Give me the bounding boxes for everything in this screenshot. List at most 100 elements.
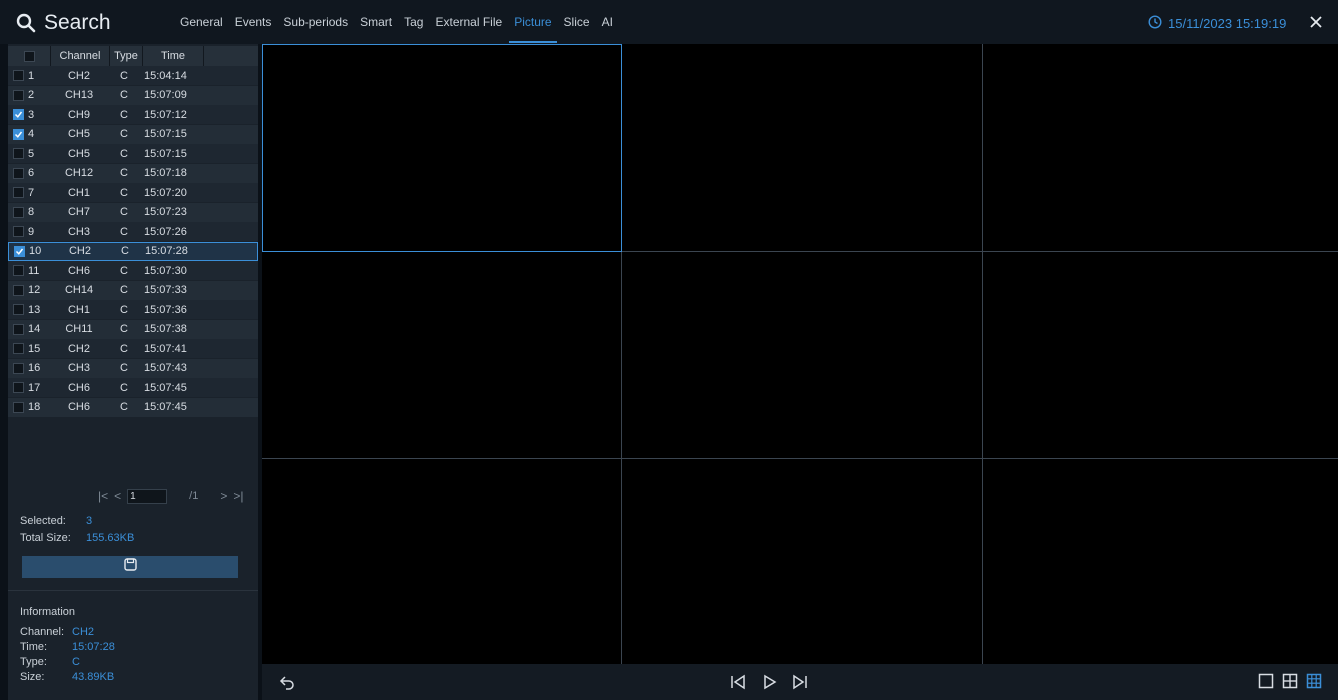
next-icon[interactable]	[792, 673, 808, 696]
preview-cell-3[interactable]	[983, 44, 1338, 252]
tab-general[interactable]: General	[180, 10, 223, 35]
preview-cell-9[interactable]	[983, 459, 1338, 664]
table-row[interactable]: 5 CH5 C 15:07:15	[8, 144, 258, 163]
tab-events[interactable]: Events	[235, 10, 272, 35]
row-checkbox[interactable]	[13, 206, 24, 218]
tab-slice[interactable]: Slice	[564, 10, 590, 35]
info-type-value: C	[72, 655, 80, 668]
column-header-type[interactable]: Type	[110, 46, 143, 66]
table-row[interactable]: 12 CH14 C 15:07:33	[8, 280, 258, 300]
previous-page-icon[interactable]: <	[114, 489, 121, 503]
row-checkbox[interactable]	[13, 323, 24, 335]
selection-summary: Selected: 3 Total Size: 155.63KB	[20, 512, 134, 546]
table-row[interactable]: 17 CH6 C 15:07:45	[8, 378, 258, 397]
table-row[interactable]: 18 CH6 C 15:07:45	[8, 397, 258, 417]
row-channel: CH1	[67, 186, 90, 199]
preview-cell-4[interactable]	[262, 252, 622, 459]
row-checkbox[interactable]	[13, 304, 24, 315]
row-checkbox[interactable]	[13, 265, 24, 276]
row-type: C	[120, 206, 128, 218]
row-channel: CH5	[67, 128, 90, 140]
total-size-label: Total Size:	[20, 531, 71, 544]
row-select-cell: 3	[8, 109, 50, 121]
system-datetime: 15/11/2023 15:19:19	[1148, 14, 1286, 32]
preview-cell-7[interactable]	[262, 459, 622, 664]
first-page-icon[interactable]: |<	[98, 489, 108, 503]
table-row[interactable]: 3 CH9 C 15:07:12	[8, 105, 258, 124]
row-number: 14	[28, 323, 41, 335]
row-time: 15:07:30	[144, 264, 187, 277]
row-checkbox[interactable]	[13, 109, 24, 120]
close-icon[interactable]	[1308, 14, 1324, 30]
row-checkbox[interactable]	[13, 362, 24, 374]
table-row[interactable]: 16 CH3 C 15:07:43	[8, 358, 258, 378]
row-select-cell: 9	[8, 226, 50, 238]
play-icon[interactable]	[762, 673, 778, 696]
row-checkbox[interactable]	[13, 382, 24, 393]
previous-icon[interactable]	[730, 673, 746, 696]
row-checkbox[interactable]	[13, 284, 24, 296]
row-type: C	[120, 69, 128, 82]
save-button[interactable]	[22, 556, 238, 578]
divider	[8, 590, 258, 591]
column-header-time[interactable]: Time	[143, 46, 204, 66]
table-row[interactable]: 2 CH13 C 15:07:09	[8, 85, 258, 105]
row-time: 15:07:15	[144, 128, 187, 140]
table-row[interactable]: 4 CH5 C 15:07:15	[8, 124, 258, 144]
table-row[interactable]: 8 CH7 C 15:07:23	[8, 202, 258, 222]
tab-external-file[interactable]: External File	[435, 10, 502, 35]
row-checkbox[interactable]	[13, 187, 24, 198]
selected-label: Selected:	[20, 514, 66, 527]
table-row[interactable]: 7 CH1 C 15:07:20	[8, 183, 258, 202]
row-select-cell: 18	[8, 401, 50, 413]
row-number: 15	[28, 342, 41, 355]
table-row[interactable]: 14 CH11 C 15:07:38	[8, 319, 258, 339]
row-checkbox[interactable]	[13, 343, 24, 354]
row-number: 13	[28, 303, 41, 316]
row-time: 15:07:45	[144, 381, 187, 394]
row-checkbox[interactable]	[14, 245, 25, 257]
table-row[interactable]: 15 CH2 C 15:07:41	[8, 339, 258, 358]
picture-list: 1 CH2 C 15:04:14 2 CH13 C 15:07:09 3 CH9 C 15:07:12…	[8, 66, 258, 417]
select-all-checkbox[interactable]	[23, 50, 35, 62]
row-checkbox[interactable]	[13, 226, 24, 237]
info-size-label: Size:	[20, 670, 45, 683]
preview-cell-6[interactable]	[983, 252, 1338, 459]
row-checkbox[interactable]	[13, 148, 24, 159]
table-row[interactable]: 6 CH12 C 15:07:18	[8, 163, 258, 183]
nine-layout-icon[interactable]	[1306, 673, 1322, 694]
table-row[interactable]: 11 CH6 C 15:07:30	[8, 261, 258, 280]
row-select-cell: 8	[8, 206, 50, 218]
row-checkbox[interactable]	[13, 167, 24, 179]
tab-ai[interactable]: AI	[602, 10, 613, 35]
preview-cell-8[interactable]	[622, 459, 983, 664]
table-row[interactable]: 9 CH3 C 15:07:26	[8, 222, 258, 241]
row-type: C	[120, 303, 128, 316]
row-number: 7	[28, 186, 35, 199]
preview-cell-1[interactable]	[262, 44, 622, 252]
table-row[interactable]: 13 CH1 C 15:07:36	[8, 300, 258, 319]
page-input[interactable]	[127, 488, 168, 504]
back-icon[interactable]	[278, 673, 296, 696]
row-checkbox[interactable]	[13, 89, 24, 101]
row-checkbox[interactable]	[13, 70, 24, 81]
single-layout-icon[interactable]	[1258, 673, 1274, 694]
last-page-icon[interactable]: >|	[233, 489, 243, 503]
preview-cell-5[interactable]	[622, 252, 983, 459]
quad-layout-icon[interactable]	[1282, 673, 1298, 694]
next-page-icon[interactable]: >	[220, 489, 227, 503]
page-total: /1	[189, 490, 199, 502]
table-row[interactable]: 10 CH2 C 15:07:28	[8, 241, 258, 261]
preview-cell-2[interactable]	[622, 44, 983, 252]
row-type: C	[120, 342, 128, 355]
row-select-cell: 5	[8, 148, 50, 160]
row-checkbox[interactable]	[13, 128, 24, 140]
tab-smart[interactable]: Smart	[360, 10, 392, 35]
row-checkbox[interactable]	[13, 401, 24, 413]
row-time: 15:07:36	[144, 303, 187, 316]
tab-tag[interactable]: Tag	[404, 10, 423, 35]
tab-picture[interactable]: Picture	[509, 10, 557, 43]
column-header-channel[interactable]: Channel	[51, 46, 110, 66]
table-row[interactable]: 1 CH2 C 15:04:14	[8, 66, 258, 85]
tab-sub-periods[interactable]: Sub-periods	[283, 10, 348, 35]
